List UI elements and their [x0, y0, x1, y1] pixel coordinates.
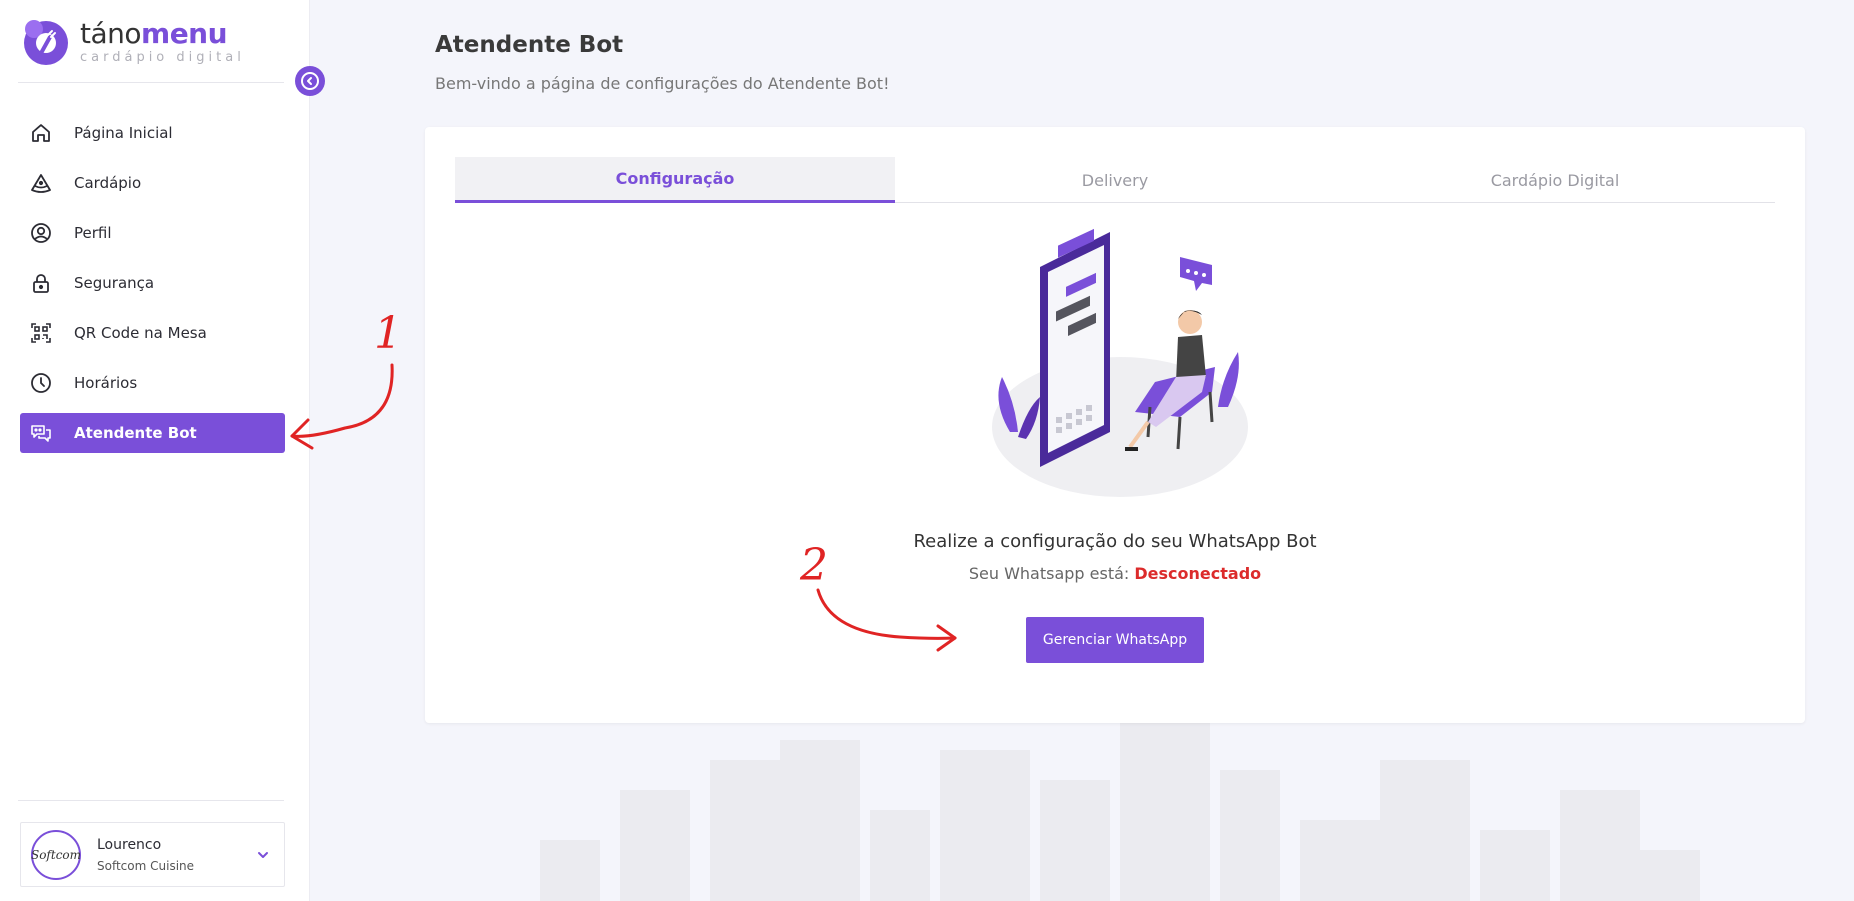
logo-icon — [20, 17, 70, 67]
sidebar-item-seguranca[interactable]: Segurança — [20, 263, 285, 303]
chevron-down-icon[interactable] — [256, 847, 270, 866]
user-circle-icon — [30, 222, 52, 244]
brand-name-part1: táno — [80, 17, 142, 50]
sidebar-item-qr-code[interactable]: QR Code na Mesa — [20, 313, 285, 353]
home-icon — [30, 122, 52, 144]
sidebar-item-perfil[interactable]: Perfil — [20, 213, 285, 253]
sidebar-item-atendente-bot[interactable]: Atendente Bot — [20, 413, 285, 453]
whatsapp-illustration — [992, 228, 1248, 497]
tab-configuracao[interactable]: Configuração — [455, 157, 895, 203]
status-prefix: Seu Whatsapp está: — [968, 564, 1130, 583]
user-name: Lourenco — [97, 836, 162, 853]
avatar: Softcom — [31, 829, 81, 880]
tab-delivery[interactable]: Delivery — [895, 157, 1335, 203]
tab-bar: Configuração Delivery Cardápio Digital — [455, 157, 1775, 203]
tab-cardapio-digital[interactable]: Cardápio Digital — [1335, 157, 1775, 203]
brand-tagline: cardápio digital — [80, 50, 245, 65]
qr-code-icon — [30, 322, 52, 344]
sidebar-item-label: Segurança — [74, 274, 155, 292]
sidebar-item-cardapio[interactable]: Cardápio — [20, 163, 285, 203]
sidebar: tánomenu cardápio digital Página Inicial… — [0, 0, 310, 901]
sidebar-item-label: Cardápio — [74, 174, 142, 192]
bot-config-card: Configuração Delivery Cardápio Digital R… — [425, 127, 1805, 723]
user-menu[interactable]: Softcom Lourenco Softcom Cuisine — [20, 822, 285, 887]
setup-title: Realize a configuração do seu WhatsApp B… — [913, 531, 1317, 552]
annotation-marker-1: 1 — [374, 308, 402, 359]
sidebar-divider — [18, 82, 284, 83]
chat-bot-icon — [30, 422, 52, 444]
clock-icon — [30, 372, 52, 394]
sidebar-item-label: QR Code na Mesa — [74, 324, 207, 342]
sidebar-item-label: Horários — [74, 374, 138, 392]
connection-status: Seu Whatsapp está: Desconectado — [425, 564, 1805, 583]
sidebar-item-horarios[interactable]: Horários — [20, 363, 285, 403]
lock-icon — [30, 272, 52, 294]
chevron-left-icon — [301, 72, 319, 90]
user-divider — [18, 800, 284, 801]
pizza-slice-icon — [30, 172, 52, 194]
sidebar-nav: Página Inicial Cardápio Perfil Segurança… — [20, 113, 285, 463]
brand-logo[interactable]: tánomenu cardápio digital — [20, 16, 245, 68]
brand-name: tánomenu — [80, 19, 245, 49]
brand-name-part2: menu — [141, 17, 228, 50]
manage-whatsapp-button[interactable]: Gerenciar WhatsApp — [1026, 617, 1204, 663]
sidebar-item-label: Atendente Bot — [74, 424, 197, 442]
sidebar-collapse-button[interactable] — [295, 66, 325, 96]
sidebar-item-label: Perfil — [74, 224, 112, 242]
city-skyline-background — [540, 720, 1700, 901]
page-title: Atendente Bot — [435, 32, 624, 58]
user-company: Softcom Cuisine — [97, 858, 195, 873]
sidebar-item-pagina-inicial[interactable]: Página Inicial — [20, 113, 285, 153]
sidebar-item-label: Página Inicial — [74, 124, 173, 142]
status-value: Desconectado — [1134, 564, 1262, 583]
page-subtitle: Bem-vindo a página de configurações do A… — [435, 74, 890, 93]
